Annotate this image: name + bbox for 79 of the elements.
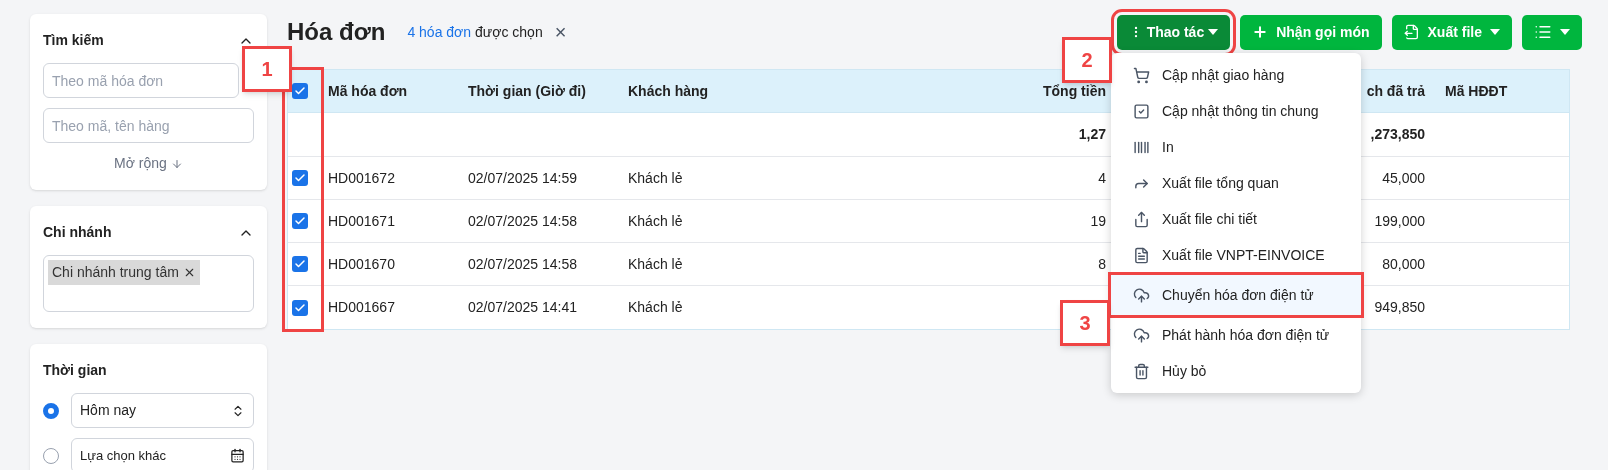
clear-selection-button[interactable]: × bbox=[554, 22, 567, 42]
checkbox-icon bbox=[1133, 102, 1150, 120]
search-field[interactable]: Theo mã, tên hàng bbox=[43, 108, 254, 143]
column-header: Mã hóa đơn bbox=[328, 81, 409, 101]
invoice-code: HD001670 bbox=[328, 254, 396, 274]
menu-item[interactable]: Hủy bỏ bbox=[1111, 353, 1361, 389]
selection-text: được chọn bbox=[475, 22, 543, 42]
menu-item[interactable]: In bbox=[1111, 129, 1361, 165]
total-amount: 1,27 bbox=[1078, 125, 1106, 144]
total-amount: 19 bbox=[1090, 211, 1106, 231]
arrow-down-icon bbox=[170, 157, 183, 170]
menu-item[interactable]: Xuất file chi tiết bbox=[1111, 201, 1361, 237]
trash-icon bbox=[1133, 362, 1150, 380]
calendar-icon bbox=[230, 448, 245, 463]
selection-link[interactable]: 4 hóa đơn bbox=[407, 21, 472, 43]
invoice-code: HD001672 bbox=[328, 168, 396, 188]
customer-name: Khách lẻ bbox=[627, 298, 684, 317]
checkmark-icon bbox=[294, 85, 306, 97]
menu-item[interactable]: Xuất file tổng quan bbox=[1111, 165, 1361, 201]
total-amount: 8 bbox=[1098, 254, 1106, 274]
step-number-tooltip: 1 bbox=[242, 46, 292, 92]
paid-amount: 45,000 bbox=[1382, 168, 1425, 188]
invoice-time: 02/07/2025 14:41 bbox=[468, 298, 578, 317]
caret-icon bbox=[1560, 29, 1570, 35]
expand-link[interactable]: Mở rộng bbox=[114, 153, 167, 174]
column-header: Tổng tiền bbox=[1043, 81, 1106, 101]
total-amount: 4 bbox=[1098, 168, 1106, 188]
customer-name: Khách lẻ bbox=[627, 254, 684, 274]
file-export-icon bbox=[1403, 24, 1420, 40]
column-header: Khách hàng bbox=[627, 81, 710, 101]
filter-title: Chi nhánh bbox=[43, 223, 112, 242]
page-title: Hóa đơn bbox=[287, 17, 386, 47]
checkmark-icon bbox=[294, 258, 306, 270]
cloud-upload-icon bbox=[1133, 326, 1150, 344]
document-icon bbox=[1133, 246, 1150, 264]
checkmark-icon bbox=[294, 172, 306, 184]
cart-icon bbox=[1133, 66, 1150, 84]
step-number-tooltip: 3 bbox=[1060, 300, 1110, 346]
branch-tag: Chi nhánh trung tâm bbox=[48, 260, 200, 285]
checkbox[interactable] bbox=[292, 170, 308, 186]
column-header: Mã HĐĐT bbox=[1445, 81, 1509, 101]
checkmark-icon bbox=[294, 301, 306, 314]
branch-field[interactable]: Chi nhánh trung tâm bbox=[43, 255, 254, 312]
checkmark-icon bbox=[294, 215, 306, 227]
paid-total: ,273,850 bbox=[1370, 125, 1425, 144]
customer-name: Khách lẻ bbox=[627, 211, 684, 231]
caret-icon bbox=[1490, 29, 1500, 35]
filter-title: Thời gian bbox=[43, 361, 107, 380]
menu-item[interactable]: Chuyển hóa đơn điện tử bbox=[1111, 275, 1361, 315]
checkbox[interactable] bbox=[292, 83, 308, 99]
period-select[interactable]: Hôm nay bbox=[71, 393, 254, 428]
checkbox[interactable] bbox=[292, 256, 308, 272]
step-number-tooltip: 2 bbox=[1062, 37, 1112, 83]
paid-amount: 199,000 bbox=[1374, 211, 1425, 231]
radio-button[interactable] bbox=[43, 402, 59, 419]
caret-icon bbox=[1208, 29, 1219, 35]
invoice-time: 02/07/2025 14:59 bbox=[468, 168, 578, 188]
menu-item[interactable]: Phát hành hóa đơn điện tử bbox=[1111, 317, 1361, 353]
column-header: Thời gian (Giờ đi) bbox=[468, 81, 587, 101]
invoice-code: HD001671 bbox=[328, 211, 396, 231]
checkbox[interactable] bbox=[292, 299, 308, 316]
share-icon bbox=[1133, 210, 1150, 228]
date-field[interactable]: Lựa chọn khác bbox=[71, 438, 254, 470]
invoice-time: 02/07/2025 14:58 bbox=[468, 211, 578, 231]
column-view-button[interactable] bbox=[1522, 14, 1582, 50]
checkbox[interactable] bbox=[292, 213, 308, 229]
search-field[interactable]: Theo mã hóa đơn bbox=[43, 63, 239, 98]
menu-item[interactable]: Cập nhật thông tin chung bbox=[1111, 93, 1361, 129]
column-header: ch đã trả bbox=[1366, 81, 1425, 101]
menu-item[interactable]: Xuất file VNPT-EINVOICE bbox=[1111, 237, 1361, 273]
invoice-code: HD001667 bbox=[328, 298, 396, 317]
cloud-upload-icon bbox=[1133, 286, 1150, 304]
menu-item[interactable]: Cập nhật giao hàng bbox=[1111, 57, 1361, 93]
filter-title: Tìm kiếm bbox=[43, 31, 104, 50]
invoice-time: 02/07/2025 14:58 bbox=[468, 254, 578, 274]
paid-amount: 80,000 bbox=[1382, 254, 1425, 274]
list-icon bbox=[1534, 23, 1552, 41]
paid-amount: 949,850 bbox=[1374, 298, 1425, 317]
customer-name: Khách lẻ bbox=[627, 168, 684, 188]
